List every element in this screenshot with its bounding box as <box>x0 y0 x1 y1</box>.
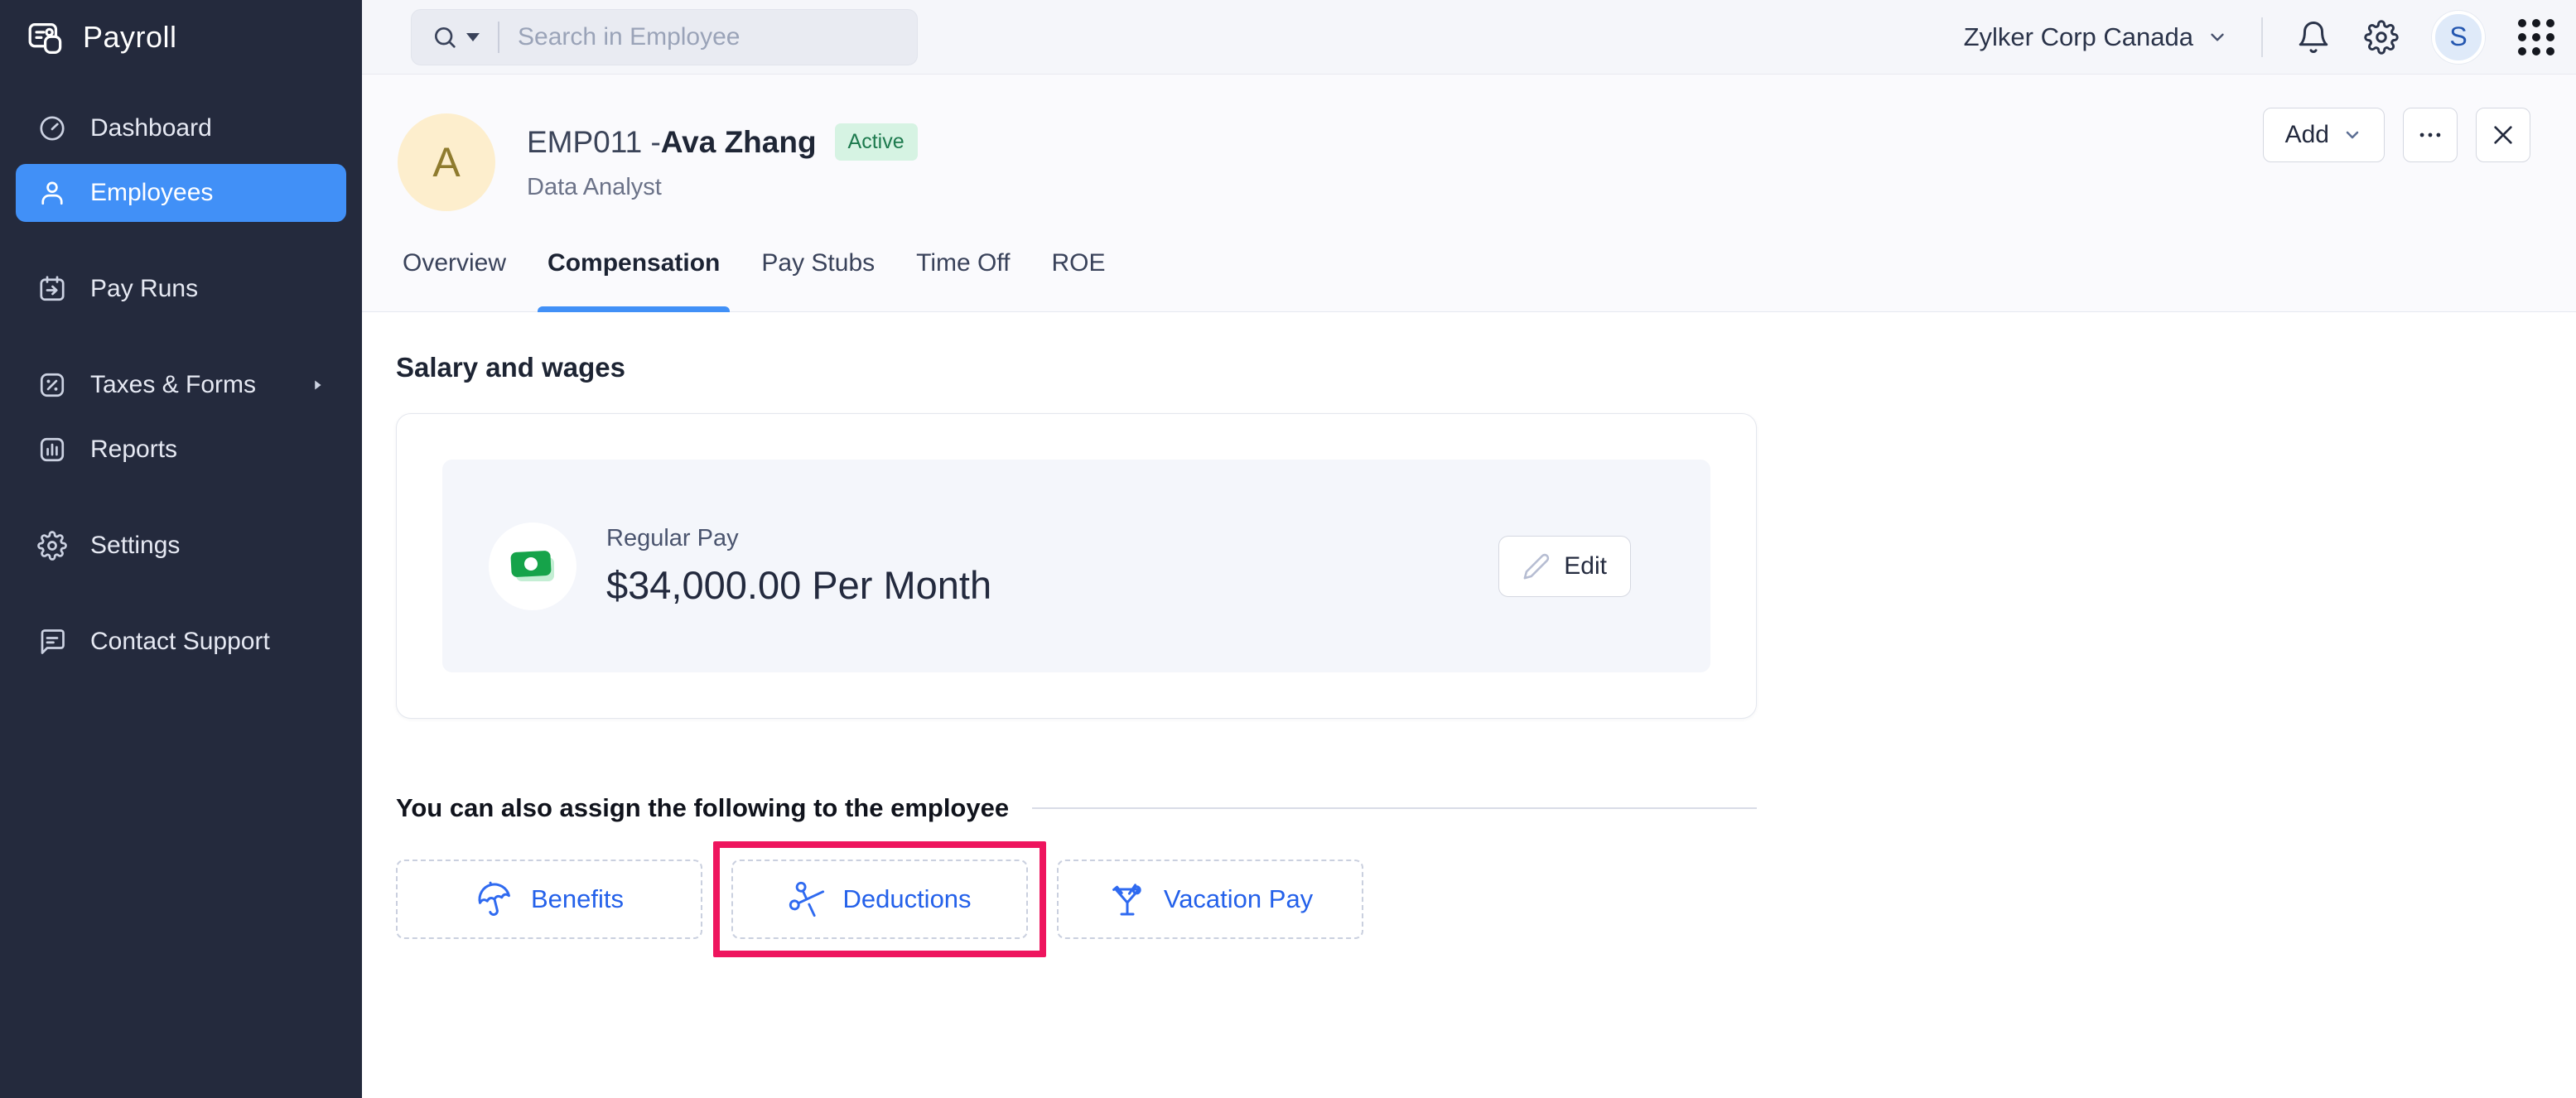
apps-grid-icon[interactable] <box>2518 19 2554 55</box>
main-area: Zylker Corp Canada S <box>362 0 2576 1098</box>
user-icon <box>37 178 67 208</box>
sidebar-item-label: Settings <box>90 532 180 560</box>
search-icon <box>432 24 458 51</box>
employee-role: Data Analyst <box>527 174 918 201</box>
pay-type-label: Regular Pay <box>606 525 991 552</box>
nav-spacer <box>0 482 362 513</box>
employee-code: EMP011 - <box>527 125 661 160</box>
regular-pay-panel: Regular Pay $34,000.00 Per Month Edit <box>442 460 1710 672</box>
tab-time-off[interactable]: Time Off <box>916 248 1010 312</box>
sidebar-item-reports[interactable]: Reports <box>16 421 346 479</box>
add-button-label: Add <box>2285 121 2329 149</box>
sidebar-item-employees[interactable]: Employees <box>16 164 346 222</box>
tab-pay-stubs[interactable]: Pay Stubs <box>761 248 875 312</box>
ellipsis-icon <box>2416 121 2444 149</box>
sidebar-item-label: Contact Support <box>90 628 270 656</box>
calendar-arrow-icon <box>37 274 67 304</box>
user-avatar-initial: S <box>2449 22 2467 52</box>
assign-section-header: You can also assign the following to the… <box>396 793 1757 823</box>
assign-section-title: You can also assign the following to the… <box>396 793 1009 823</box>
pay-info: Regular Pay $34,000.00 Per Month <box>606 525 991 608</box>
search-divider <box>498 22 499 53</box>
sidebar-item-label: Pay Runs <box>90 275 198 303</box>
sidebar-item-label: Taxes & Forms <box>90 371 256 399</box>
bar-chart-icon <box>37 435 67 465</box>
topbar: Zylker Corp Canada S <box>362 0 2576 75</box>
org-name: Zylker Corp Canada <box>1964 22 2193 52</box>
content: Salary and wages Regular Pay $34,000.00 … <box>362 312 2576 1098</box>
pencil-icon <box>1522 552 1551 580</box>
sidebar-item-settings[interactable]: Settings <box>16 517 346 575</box>
employee-avatar: A <box>398 113 495 211</box>
salary-card: Regular Pay $34,000.00 Per Month Edit <box>396 413 1757 719</box>
bell-icon[interactable] <box>2296 20 2331 55</box>
percent-box-icon <box>37 370 67 400</box>
benefits-label: Benefits <box>531 884 624 914</box>
search-scope-caret-icon[interactable] <box>466 33 480 41</box>
sidebar: Payroll Dashboard Employees <box>0 0 362 1098</box>
sidebar-nav: Dashboard Employees Pay Runs <box>0 75 362 674</box>
vacation-pay-label: Vacation Pay <box>1164 884 1313 914</box>
employee-header: A EMP011 - Ava Zhang Active Data Analyst… <box>362 75 2576 312</box>
deductions-button[interactable]: Deductions <box>731 860 1028 939</box>
status-badge: Active <box>835 123 918 161</box>
sidebar-item-taxes-forms[interactable]: Taxes & Forms <box>16 356 346 414</box>
deductions-label: Deductions <box>842 884 971 914</box>
nav-spacer <box>0 225 362 257</box>
app-title: Payroll <box>83 20 177 55</box>
tab-overview[interactable]: Overview <box>403 248 506 312</box>
chat-bubble-icon <box>37 627 67 657</box>
chevron-down-icon <box>2342 125 2362 145</box>
gear-icon <box>37 531 67 561</box>
topbar-divider <box>2261 17 2263 57</box>
gear-icon[interactable] <box>2364 20 2399 55</box>
close-button[interactable] <box>2476 108 2530 162</box>
org-switcher[interactable]: Zylker Corp Canada <box>1964 22 2228 52</box>
sidebar-item-label: Employees <box>90 179 213 207</box>
umbrella-icon <box>475 879 514 919</box>
employee-info: EMP011 - Ava Zhang Active Data Analyst <box>527 123 918 201</box>
nav-spacer <box>0 321 362 353</box>
edit-button-label: Edit <box>1564 552 1607 580</box>
user-avatar[interactable]: S <box>2432 11 2485 64</box>
payroll-logo-icon <box>27 18 65 56</box>
close-icon <box>2490 122 2516 148</box>
pay-amount: $34,000.00 Per Month <box>606 562 991 608</box>
sidebar-item-contact-support[interactable]: Contact Support <box>16 613 346 671</box>
vacation-pay-button[interactable]: Vacation Pay <box>1057 860 1363 939</box>
benefits-button[interactable]: Benefits <box>396 860 702 939</box>
employee-name: Ava Zhang <box>661 125 817 160</box>
sidebar-item-pay-runs[interactable]: Pay Runs <box>16 260 346 318</box>
chevron-right-icon <box>308 376 326 394</box>
cocktail-icon <box>1107 879 1147 919</box>
header-actions: Add <box>2263 108 2530 162</box>
tab-roe[interactable]: ROE <box>1052 248 1106 312</box>
gauge-icon <box>37 113 67 143</box>
assign-options-row: Benefits Deductions <box>396 841 2576 957</box>
tab-compensation[interactable]: Compensation <box>548 248 720 312</box>
sidebar-item-dashboard[interactable]: Dashboard <box>16 99 346 157</box>
app-logo[interactable]: Payroll <box>0 0 362 75</box>
assign-divider-line <box>1032 807 1757 809</box>
deductions-highlight-box: Deductions <box>713 841 1046 957</box>
edit-button[interactable]: Edit <box>1498 536 1631 597</box>
chevron-down-icon <box>2207 26 2228 48</box>
nav-spacer <box>0 578 362 609</box>
add-button[interactable]: Add <box>2263 108 2385 162</box>
search-input[interactable] <box>518 23 917 51</box>
topbar-right: Zylker Corp Canada S <box>1964 11 2554 64</box>
tab-bar: Overview Compensation Pay Stubs Time Off… <box>403 248 2530 312</box>
employee-avatar-letter: A <box>432 138 460 186</box>
sidebar-item-label: Dashboard <box>90 114 212 142</box>
money-icon <box>489 523 576 610</box>
more-button[interactable] <box>2403 108 2458 162</box>
scissors-icon <box>788 880 826 918</box>
sidebar-item-label: Reports <box>90 436 177 464</box>
section-title: Salary and wages <box>396 352 2576 383</box>
search-box[interactable] <box>411 9 918 65</box>
